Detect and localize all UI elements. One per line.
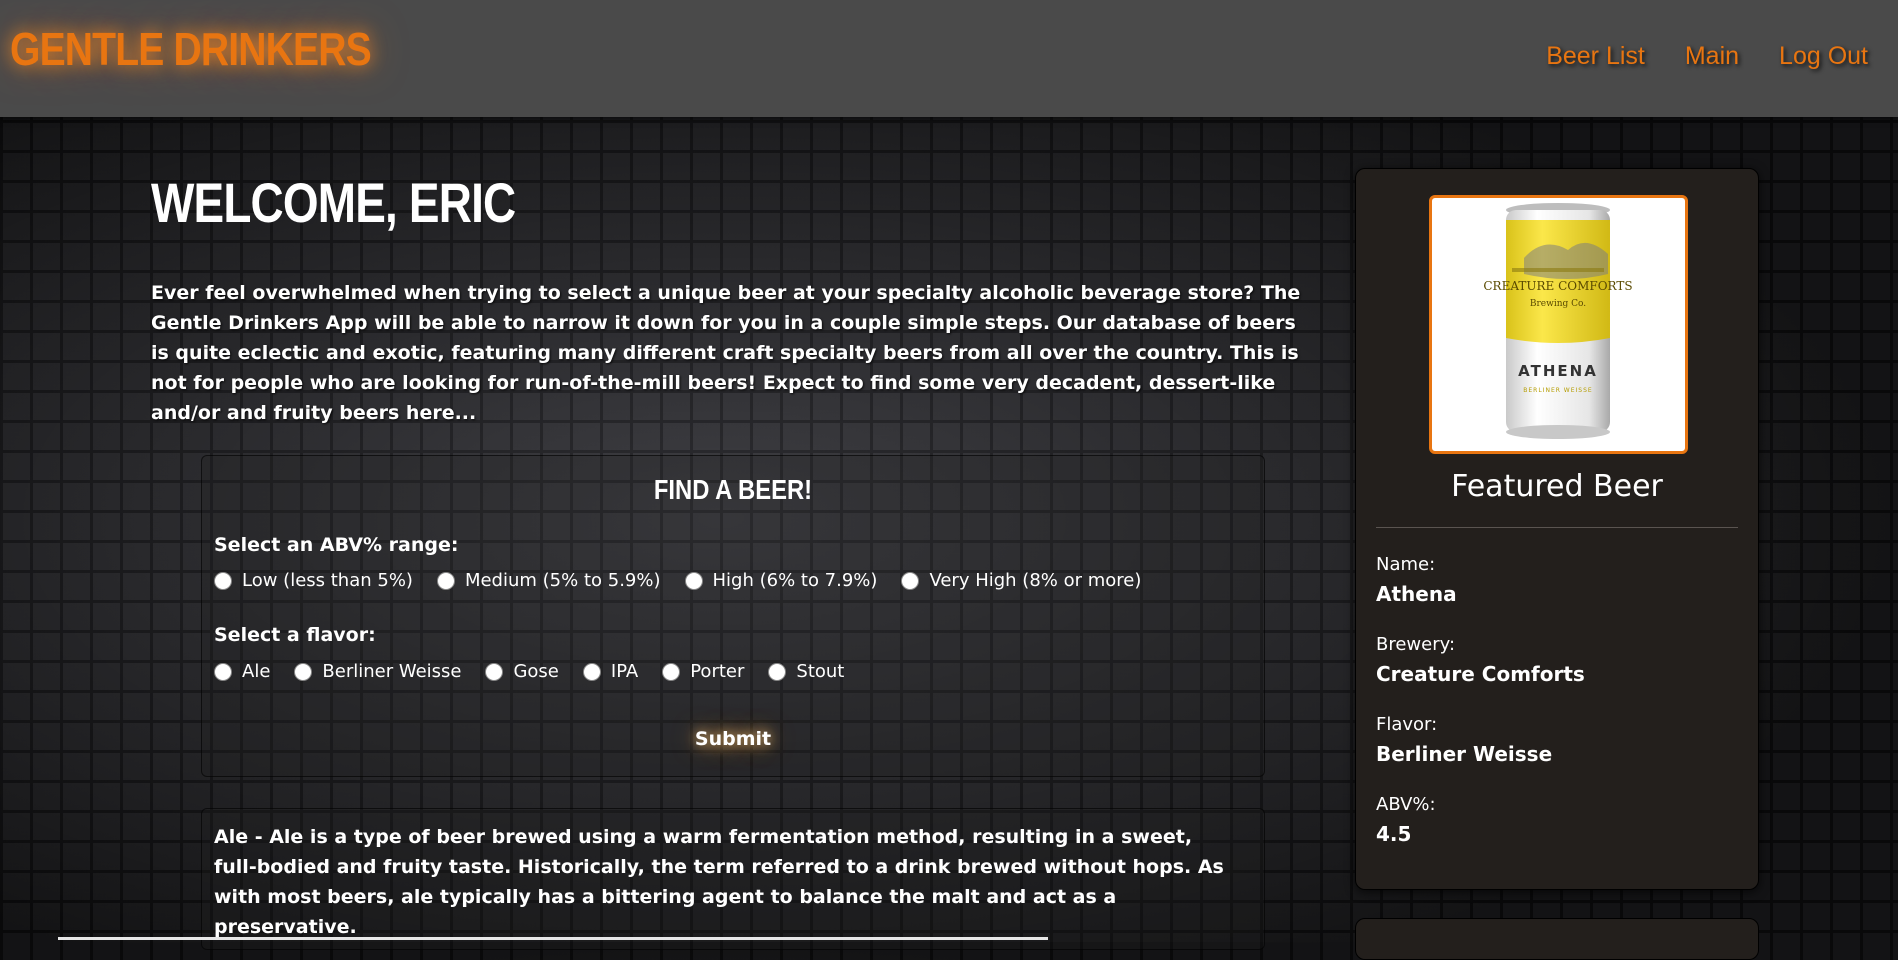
radio-button[interactable]: [214, 571, 232, 590]
flavor-value: Berliner Weisse: [1376, 742, 1553, 766]
form-title: FIND A BEER!: [653, 474, 813, 505]
flavor-option-ipa[interactable]: IPA: [582, 661, 638, 682]
site-logo[interactable]: GENTLE DRINKERS: [10, 22, 372, 76]
featured-beer-card: CREATURE COMFORTS Brewing Co. ATHENA BER…: [1355, 168, 1759, 890]
abv-label: ABV%:: [1376, 794, 1436, 815]
divider: [1376, 527, 1738, 528]
svg-text:BERLINER WEISSE: BERLINER WEISSE: [1523, 387, 1592, 394]
top-header: GENTLE DRINKERS Beer List Main Log Out: [0, 0, 1898, 117]
abv-option-low[interactable]: Low (less than 5%): [214, 570, 413, 591]
nav-link-log-out[interactable]: Log Out: [1779, 42, 1868, 71]
flavor-option-berliner-weisse[interactable]: Berliner Weisse: [294, 661, 461, 682]
flavor-descriptions: Ale - Ale is a type of beer brewed using…: [201, 808, 1265, 950]
abv-label: Select an ABV% range:: [214, 534, 459, 556]
radio-button[interactable]: [214, 662, 232, 681]
flavor-option-ale[interactable]: Ale: [214, 661, 270, 682]
radio-button[interactable]: [582, 662, 601, 681]
radio-button[interactable]: [436, 571, 455, 590]
brewery-label: Brewery:: [1376, 634, 1456, 655]
abv-option-medium[interactable]: Medium (5% to 5.9%): [436, 570, 661, 591]
abv-value: 4.5: [1376, 822, 1412, 846]
beer-can-icon: CREATURE COMFORTS Brewing Co. ATHENA BER…: [1483, 203, 1633, 439]
submit-button[interactable]: Submit: [673, 728, 793, 750]
radio-button[interactable]: [768, 662, 787, 681]
abv-option-high[interactable]: High (6% to 7.9%): [684, 570, 877, 591]
ale-description: Ale - Ale is a type of beer brewed using…: [214, 826, 1224, 938]
radio-button[interactable]: [485, 662, 504, 681]
radio-button[interactable]: [901, 571, 920, 590]
abv-radio-group: Low (less than 5%) Medium (5% to 5.9%) H…: [214, 570, 1165, 591]
svg-text:Brewing Co.: Brewing Co.: [1530, 299, 1586, 309]
flavor-label: Select a flavor:: [214, 624, 376, 646]
name-label: Name:: [1376, 554, 1436, 575]
radio-button[interactable]: [662, 662, 681, 681]
main-nav: Beer List Main Log Out: [1546, 42, 1868, 71]
nav-link-beer-list[interactable]: Beer List: [1546, 42, 1645, 71]
svg-text:ATHENA: ATHENA: [1518, 362, 1598, 380]
nav-link-main[interactable]: Main: [1685, 42, 1739, 71]
flavor-radio-group: Ale Berliner Weisse Gose IPA Porter Stou…: [214, 661, 868, 682]
horizontal-scrollbar[interactable]: [58, 937, 1048, 940]
find-beer-form: FIND A BEER! Select an ABV% range: Low (…: [201, 455, 1265, 777]
svg-text:CREATURE COMFORTS: CREATURE COMFORTS: [1483, 279, 1632, 293]
radio-button[interactable]: [294, 662, 313, 681]
flavor-option-gose[interactable]: Gose: [485, 661, 559, 682]
abv-option-very-high[interactable]: Very High (8% or more): [901, 570, 1141, 591]
intro-paragraph: Ever feel overwhelmed when trying to sel…: [151, 282, 1301, 424]
brewery-value: Creature Comforts: [1376, 662, 1585, 686]
secondary-card: [1355, 918, 1759, 960]
name-value: Athena: [1376, 582, 1457, 606]
radio-button[interactable]: [684, 571, 703, 590]
welcome-heading: WELCOME, ERIC: [151, 171, 516, 234]
flavor-option-porter[interactable]: Porter: [662, 661, 744, 682]
flavor-option-stout[interactable]: Stout: [768, 661, 844, 682]
featured-beer-image: CREATURE COMFORTS Brewing Co. ATHENA BER…: [1429, 195, 1688, 454]
berliner-weisse-description: Berliner Weisse - Berliner Weisse is a c…: [214, 942, 1224, 949]
featured-beer-title: Featured Beer: [1451, 469, 1663, 504]
flavor-label: Flavor:: [1376, 714, 1438, 735]
